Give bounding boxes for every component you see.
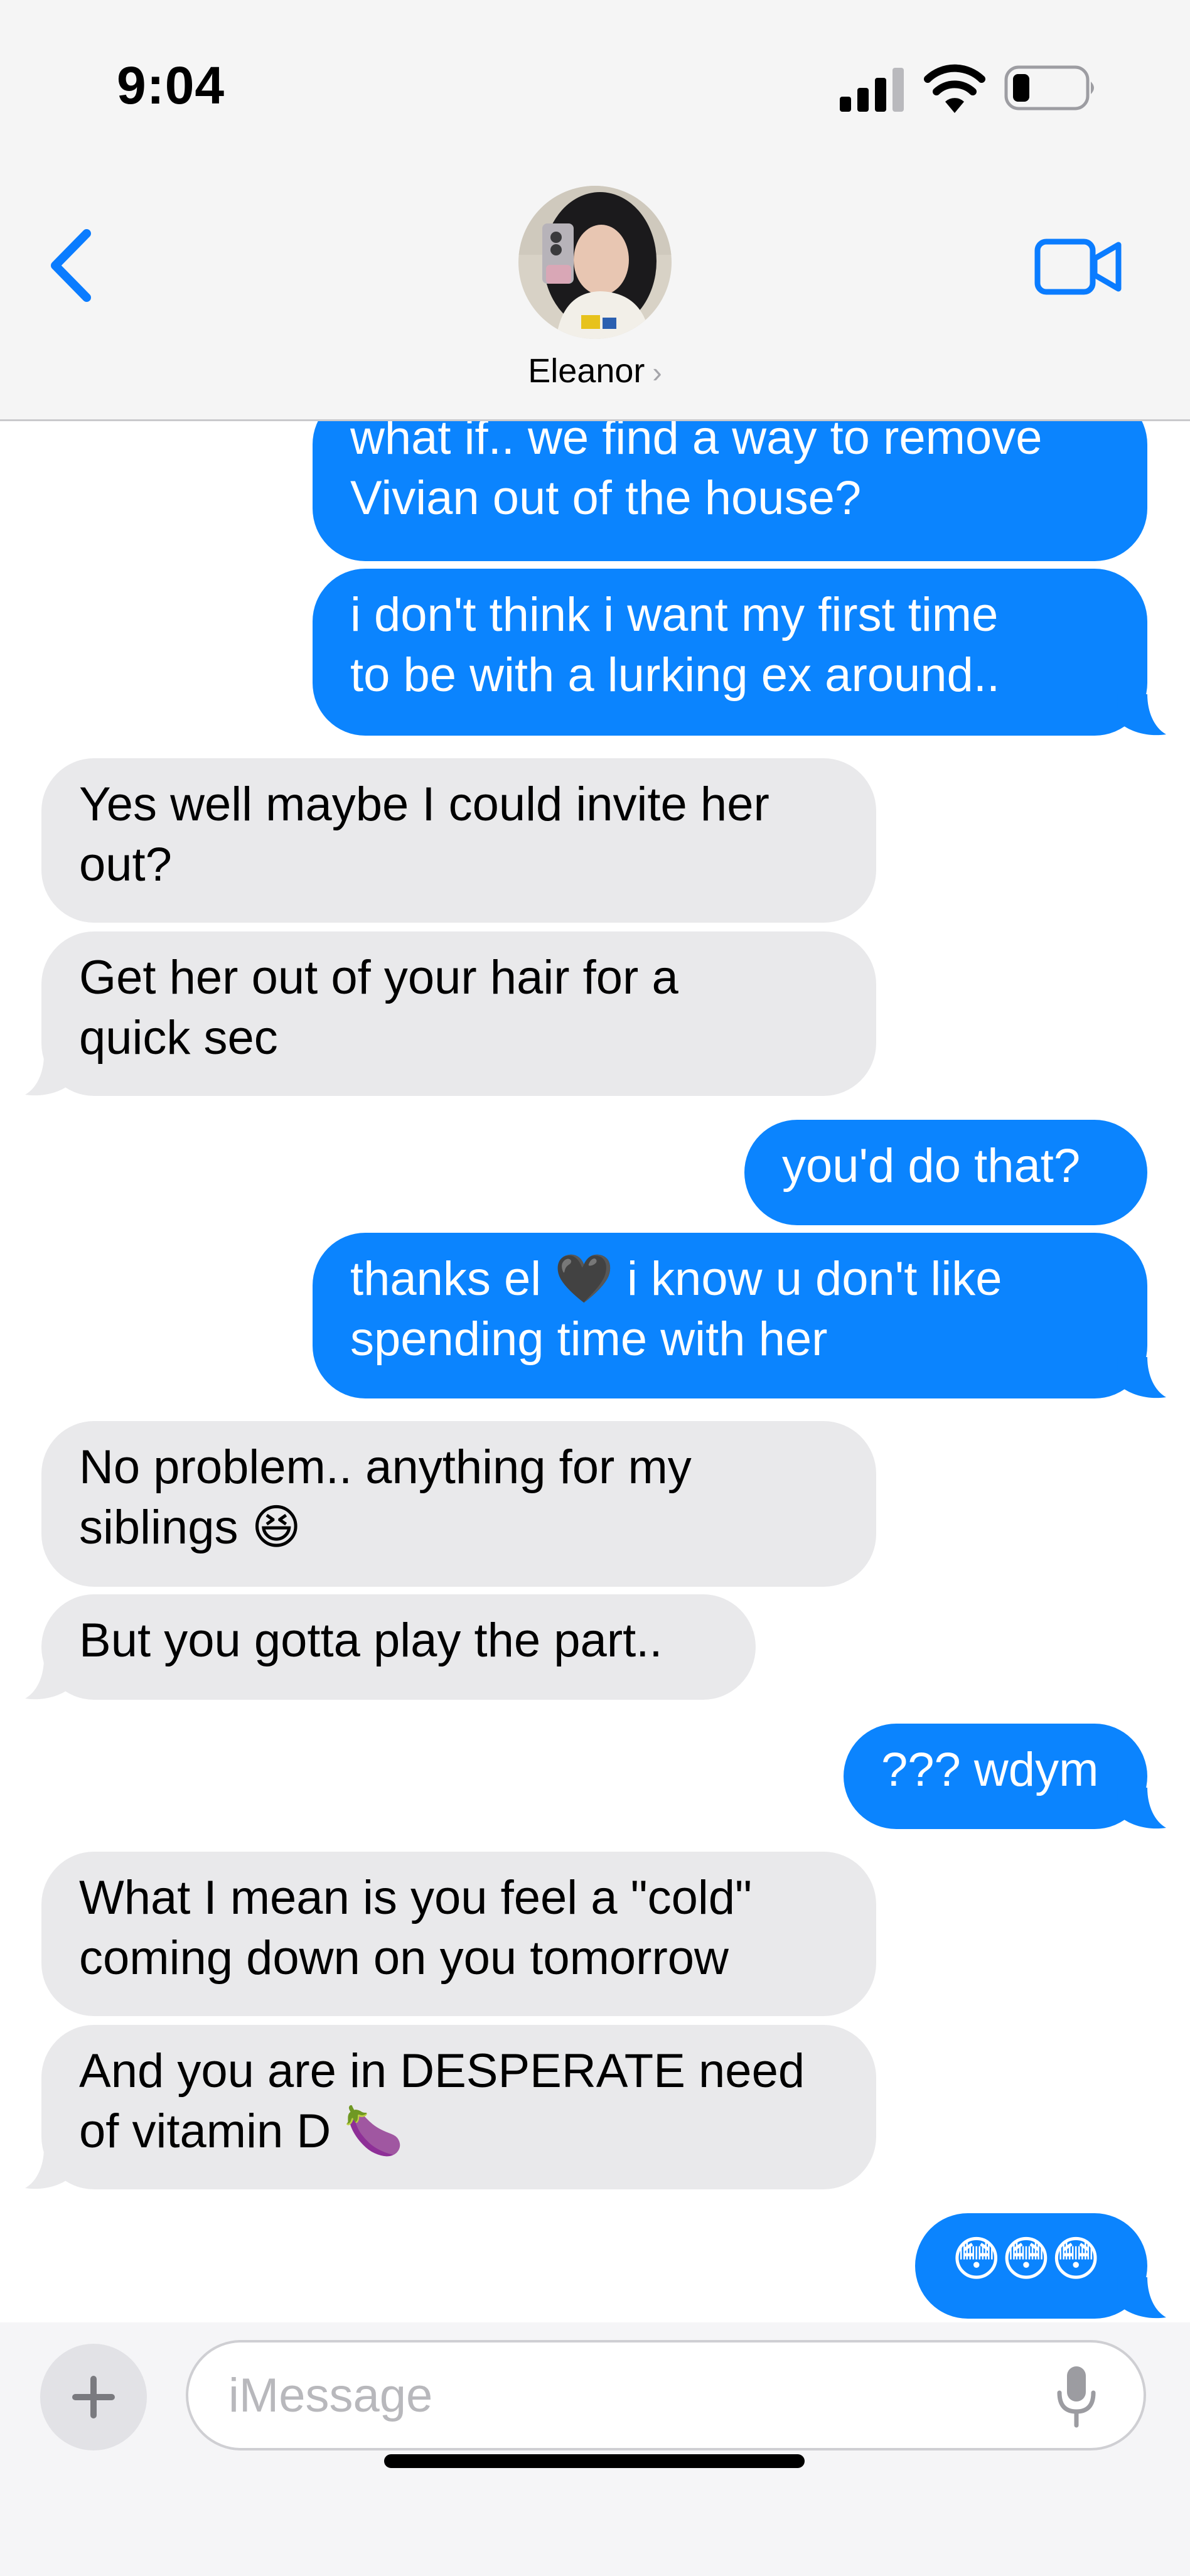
- message-bubble-incoming[interactable]: But you gotta play the part..: [41, 1594, 756, 1700]
- message-bubble-incoming[interactable]: Yes well maybe I could invite her out?: [41, 758, 876, 923]
- message-bubble-incoming[interactable]: Get her out of your hair for a quick sec: [41, 931, 876, 1096]
- message-bubble-outgoing[interactable]: i don't think i want my first time to be…: [313, 569, 1147, 736]
- bubble-tail: [25, 1658, 74, 1700]
- contact-name-button[interactable]: Eleanor ›: [0, 352, 1190, 390]
- plus-button[interactable]: [40, 2344, 147, 2450]
- contact-name: Eleanor: [528, 352, 645, 390]
- battery-icon: [1004, 65, 1094, 110]
- bubble-tail: [25, 1055, 74, 1096]
- wifi-icon: [924, 64, 985, 113]
- message-bubble-outgoing[interactable]: 😳😳😳: [915, 2213, 1147, 2319]
- message-bubble-outgoing[interactable]: ??? wdym: [844, 1724, 1147, 1829]
- bubble-tail: [1117, 1788, 1166, 1829]
- bubble-tail: [1117, 1357, 1166, 1398]
- status-time: 9:04: [117, 56, 225, 115]
- message-bubble-incoming[interactable]: And you are in DESPERATE need of vitamin…: [41, 2025, 876, 2189]
- cellular-signal-icon: [840, 68, 904, 112]
- bubble-tail: [1117, 2277, 1166, 2319]
- message-bubble-incoming[interactable]: No problem.. anything for my siblings 😆: [41, 1421, 876, 1587]
- composer-bar: [0, 2322, 1190, 2576]
- message-bubble-outgoing[interactable]: you'd do that?: [744, 1120, 1147, 1225]
- message-bubble-incoming[interactable]: What I mean is you feel a "cold" coming …: [41, 1852, 876, 2016]
- chevron-right-icon: ›: [652, 356, 662, 389]
- bubble-tail: [25, 2148, 74, 2189]
- message-input[interactable]: [186, 2340, 1146, 2450]
- home-indicator[interactable]: [384, 2454, 805, 2468]
- microphone-icon[interactable]: [1054, 2364, 1098, 2429]
- conversation-header: 9:04 Eleanor ›: [0, 0, 1190, 421]
- plus-icon: [72, 2376, 115, 2418]
- video-call-icon[interactable]: [1034, 239, 1122, 295]
- back-chevron-icon[interactable]: [41, 225, 104, 306]
- message-bubble-outgoing[interactable]: thanks el 🖤 i know u don't like spending…: [313, 1233, 1147, 1398]
- contact-avatar[interactable]: [518, 186, 672, 339]
- bubble-tail: [1117, 694, 1166, 736]
